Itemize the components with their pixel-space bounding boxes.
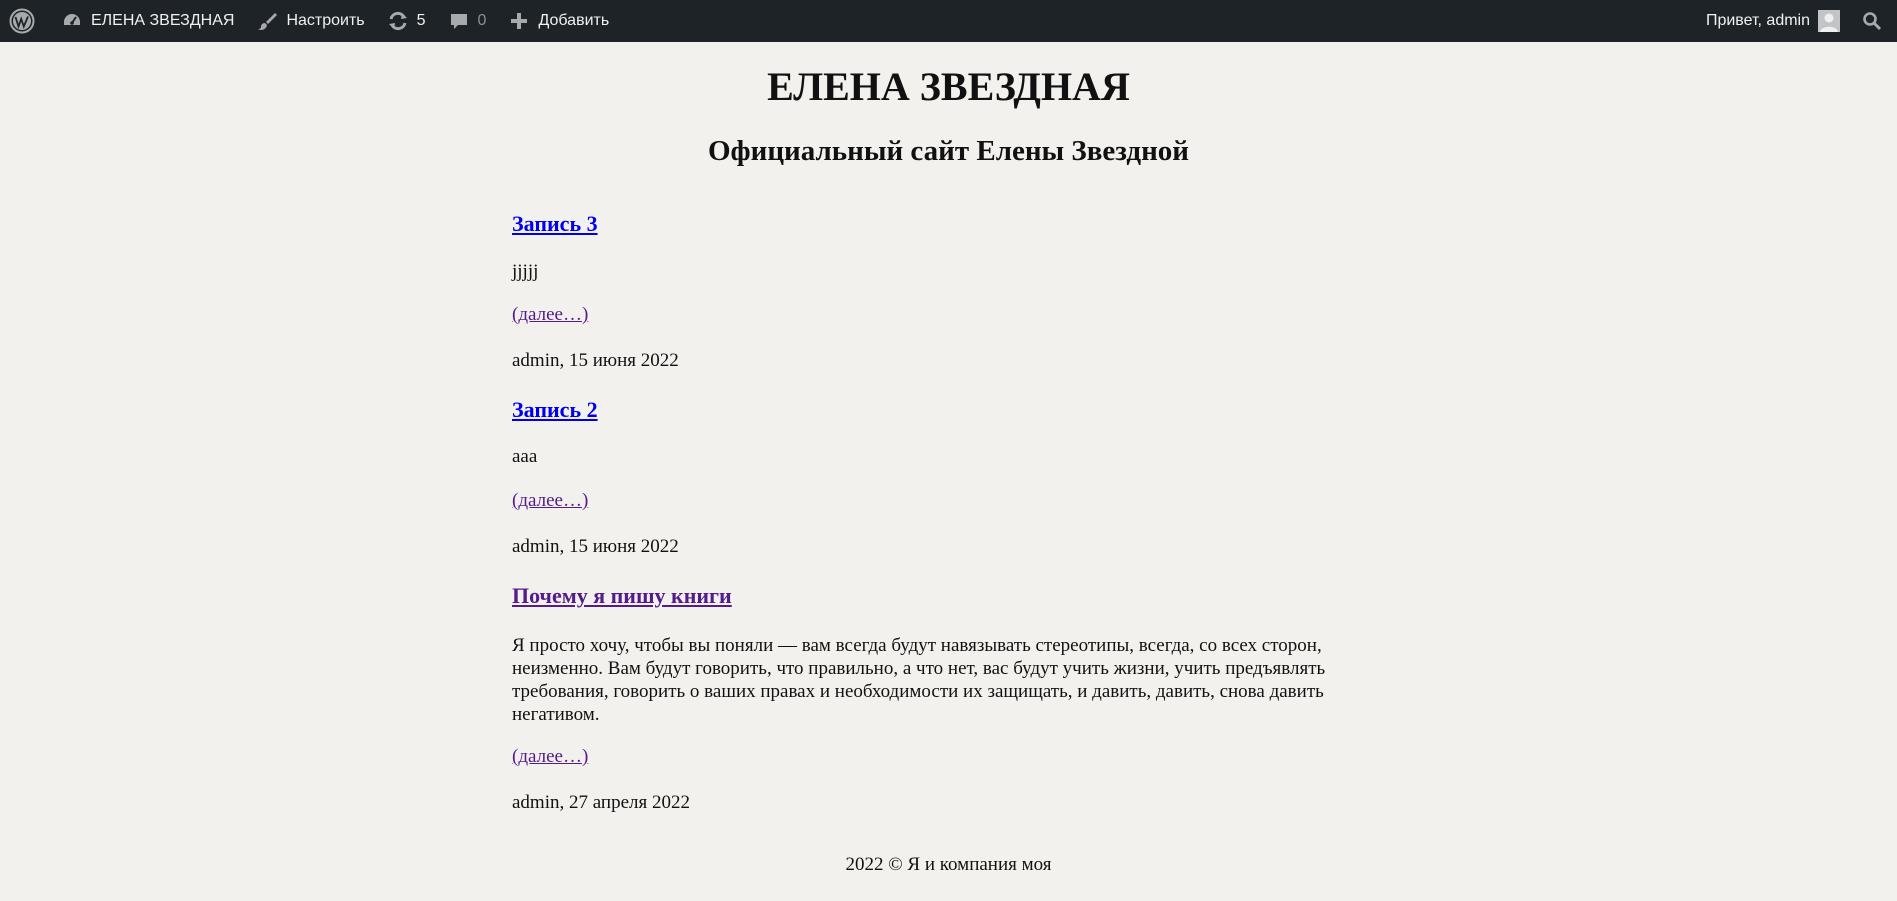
post-title-link[interactable]: Запись 3 (512, 211, 598, 236)
post-title: Запись 3 (512, 210, 598, 238)
post-excerpt-line: негативом. (512, 704, 600, 725)
updates-count: 5 (416, 12, 426, 29)
post-title-link[interactable]: Запись 2 (512, 397, 598, 422)
comments-link[interactable]: 0 (437, 0, 498, 42)
admin-search-button[interactable] (1851, 0, 1897, 42)
post-excerpt-line: требования, говорить о ваших правах и не… (512, 681, 1324, 702)
site-title: ЕЛЕНА ЗВЕЗДНАЯ (767, 64, 1130, 109)
post-title-link[interactable]: Почему я пишу книги (512, 583, 732, 608)
admin-bar-right: Привет, admin (1695, 0, 1897, 42)
site-name-label: ЕЛЕНА ЗВЕЗДНАЯ (91, 12, 235, 29)
site-description: Официальный сайт Елены Звездной (708, 135, 1189, 167)
wp-logo-menu[interactable] (0, 0, 50, 42)
updates-link[interactable]: 5 (376, 0, 437, 42)
paintbrush-icon (256, 10, 278, 32)
post-meta: admin, 15 июня 2022 (512, 350, 679, 371)
read-more-link[interactable]: (далее…) (512, 304, 588, 325)
site-name-menu[interactable]: ЕЛЕНА ЗВЕЗДНАЯ (50, 0, 245, 42)
customize-link[interactable]: Настроить (245, 0, 375, 42)
dashboard-gauge-icon (61, 10, 83, 32)
post-excerpt-line: Я просто хочу, чтобы вы поняли — вам все… (512, 635, 1322, 656)
greeting-label: Привет, admin (1705, 12, 1810, 29)
post-excerpt-line: неизменно. Вам будут говорить, что прави… (512, 658, 1326, 679)
read-more: (далее…) (512, 489, 588, 512)
new-content-label: Добавить (538, 12, 610, 29)
post-excerpt: Я просто хочу, чтобы вы поняли — вам все… (512, 634, 1372, 726)
read-more-link[interactable]: (далее…) (512, 746, 588, 767)
post-meta: admin, 27 апреля 2022 (512, 792, 690, 813)
read-more: (далее…) (512, 745, 588, 768)
post-excerpt: jjjjj (512, 261, 539, 282)
post-meta: admin, 15 июня 2022 (512, 536, 679, 557)
new-content-menu[interactable]: Добавить (497, 0, 620, 42)
post-excerpt: aaa (512, 446, 538, 467)
customize-label: Настроить (286, 12, 365, 29)
comments-count: 0 (477, 12, 487, 29)
search-icon (1861, 10, 1883, 32)
site-footer: 2022 © Я и компания моя (0, 853, 1897, 876)
speech-bubble-icon (448, 10, 470, 32)
wordpress-logo-icon (8, 7, 36, 35)
user-avatar-icon (1818, 10, 1840, 32)
refresh-icon (387, 10, 409, 32)
footer-copyright: 2022 © Я и компания моя (845, 854, 1052, 875)
my-account-menu[interactable]: Привет, admin (1695, 0, 1851, 42)
post-title: Почему я пишу книги (512, 582, 732, 610)
read-more: (далее…) (512, 303, 588, 326)
plus-icon (508, 10, 530, 32)
post-title: Запись 2 (512, 396, 598, 424)
admin-bar: ЕЛЕНА ЗВЕЗДНАЯ Настроить 5 0 Добавить Пр… (0, 0, 1897, 42)
admin-bar-left: ЕЛЕНА ЗВЕЗДНАЯ Настроить 5 0 Добавить (0, 0, 1695, 42)
read-more-link[interactable]: (далее…) (512, 490, 588, 511)
